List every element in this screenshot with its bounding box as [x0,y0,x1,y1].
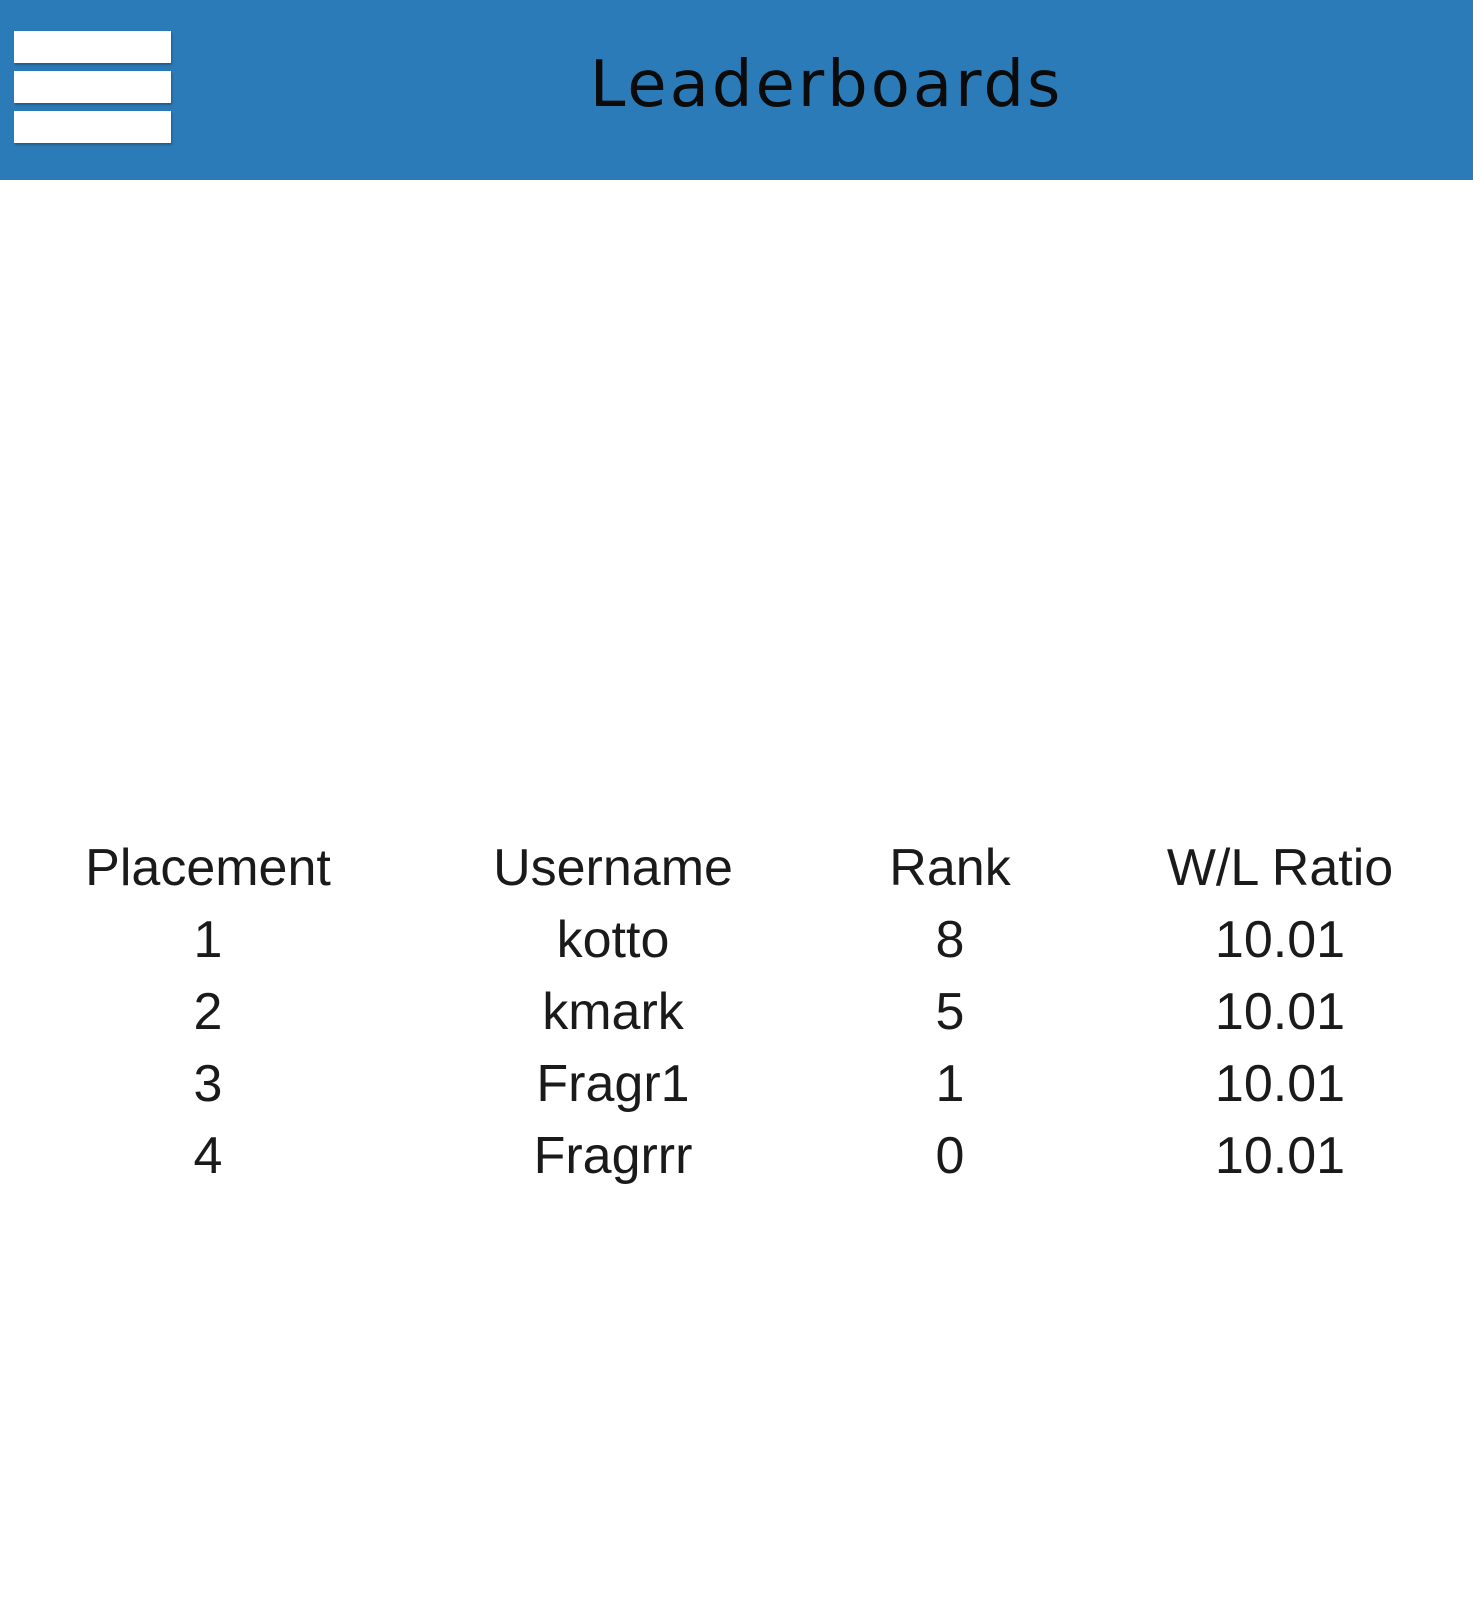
username-cell: kmark [542,983,684,1041]
column-header-placement: Placement [85,839,331,897]
placement-cell: 1 [193,911,223,969]
table-header-row: Placement Username Rank W/L Ratio [0,832,1473,904]
wl-ratio-cell: 10.01 [1214,1127,1346,1185]
rank-cell: 0 [935,1127,965,1185]
username-cell: kotto [556,911,670,969]
username-cell: Fragrrr [533,1127,693,1185]
app-bar: Leaderboards [0,0,1473,180]
username-cell: Fragr1 [536,1055,690,1113]
wl-ratio-cell: 10.01 [1214,1055,1346,1113]
rank-cell: 5 [935,983,965,1041]
table-row: 3 Fragr1 1 10.01 [0,1048,1473,1120]
table-row: 1 kotto 8 10.01 [0,904,1473,976]
page-title: Leaderboards [589,48,1064,122]
column-header-username: Username [493,839,733,897]
wl-ratio-cell: 10.01 [1214,983,1346,1041]
table-row: 4 Fragrrr 0 10.01 [0,1120,1473,1192]
wl-ratio-cell: 10.01 [1214,911,1346,969]
rank-cell: 8 [935,911,965,969]
leaderboard-table: Placement Username Rank W/L Ratio 1 kott… [0,832,1473,1192]
placement-cell: 3 [193,1055,223,1113]
placement-cell: 2 [193,983,223,1041]
rank-cell: 1 [935,1055,965,1113]
column-header-rank: Rank [889,839,1011,897]
column-header-wl-ratio: W/L Ratio [1166,839,1394,897]
placement-cell: 4 [193,1127,223,1185]
table-row: 2 kmark 5 10.01 [0,976,1473,1048]
